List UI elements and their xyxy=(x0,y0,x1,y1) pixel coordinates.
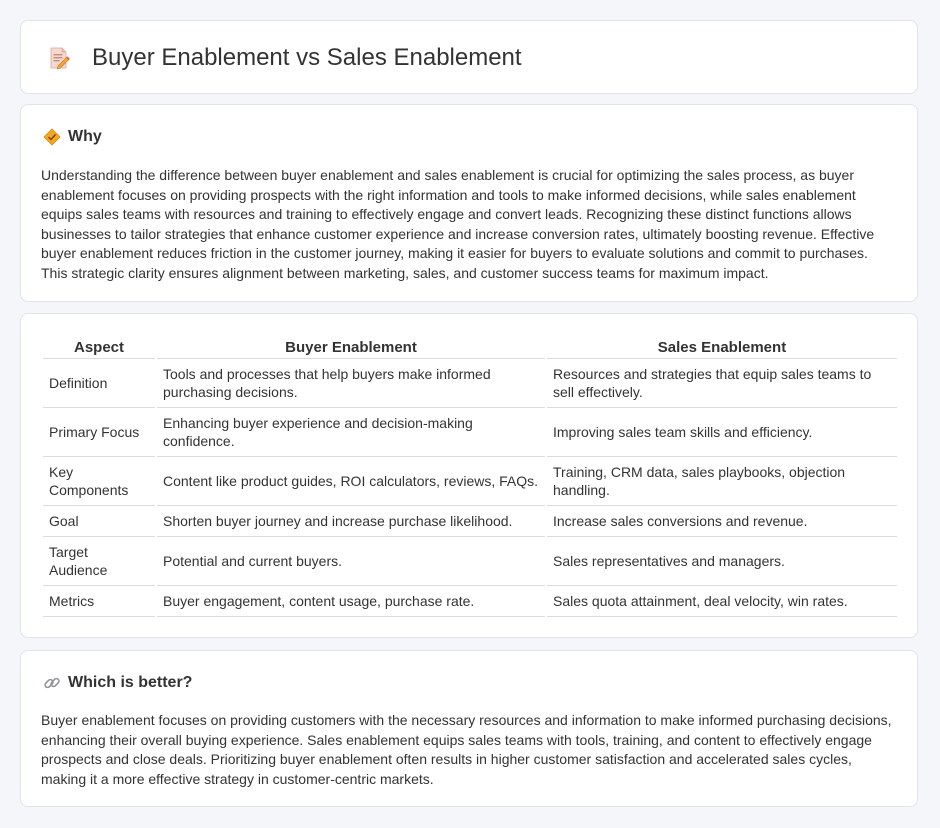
buyer-cell: Shorten buyer journey and increase purch… xyxy=(157,506,545,537)
comparison-table: Aspect Buyer Enablement Sales Enablement… xyxy=(41,336,899,617)
sales-cell: Sales quota attainment, deal velocity, w… xyxy=(547,586,897,617)
sales-cell: Resources and strategies that equip sale… xyxy=(547,359,897,408)
column-header-aspect: Aspect xyxy=(43,336,155,359)
buyer-cell: Potential and current buyers. xyxy=(157,537,545,586)
page-title: Buyer Enablement vs Sales Enablement xyxy=(92,44,522,71)
table-header-row: Aspect Buyer Enablement Sales Enablement xyxy=(43,336,897,359)
table-row: Target Audience Potential and current bu… xyxy=(43,537,897,586)
why-section: Why Understanding the difference between… xyxy=(20,104,918,302)
table-row: Goal Shorten buyer journey and increase … xyxy=(43,506,897,537)
aspect-cell: Target Audience xyxy=(43,537,155,586)
header-card: Buyer Enablement vs Sales Enablement xyxy=(20,20,918,94)
aspect-cell: Primary Focus xyxy=(43,408,155,457)
aspect-cell: Key Components xyxy=(43,457,155,506)
link-icon xyxy=(44,677,60,689)
aspect-cell: Definition xyxy=(43,359,155,408)
table-row: Key Components Content like product guid… xyxy=(43,457,897,506)
sales-cell: Improving sales team skills and efficien… xyxy=(547,408,897,457)
better-title: Which is better? xyxy=(68,674,193,691)
sales-cell: Increase sales conversions and revenue. xyxy=(547,506,897,537)
buyer-cell: Buyer engagement, content usage, purchas… xyxy=(157,586,545,617)
why-heading: Why xyxy=(43,127,102,147)
sales-cell: Training, CRM data, sales playbooks, obj… xyxy=(547,457,897,506)
buyer-cell: Tools and processes that help buyers mak… xyxy=(157,359,545,408)
table-row: Definition Tools and processes that help… xyxy=(43,359,897,408)
which-is-better-section: Which is better? Buyer enablement focuse… xyxy=(20,650,918,807)
column-header-buyer: Buyer Enablement xyxy=(157,336,545,359)
aspect-cell: Metrics xyxy=(43,586,155,617)
buyer-cell: Content like product guides, ROI calcula… xyxy=(157,457,545,506)
buyer-cell: Enhancing buyer experience and decision-… xyxy=(157,408,545,457)
sales-cell: Sales representatives and managers. xyxy=(547,537,897,586)
why-text: Understanding the difference between buy… xyxy=(41,167,875,281)
document-edit-icon xyxy=(50,47,70,70)
table-row: Primary Focus Enhancing buyer experience… xyxy=(43,408,897,457)
column-header-sales: Sales Enablement xyxy=(547,336,897,359)
table-row: Metrics Buyer engagement, content usage,… xyxy=(43,586,897,617)
better-text: Buyer enablement focuses on providing cu… xyxy=(41,712,892,787)
why-title: Why xyxy=(68,128,102,145)
aspect-cell: Goal xyxy=(43,506,155,537)
diamond-warning-icon xyxy=(43,128,61,146)
better-heading: Which is better? xyxy=(43,673,192,693)
comparison-section: Aspect Buyer Enablement Sales Enablement… xyxy=(20,313,918,638)
